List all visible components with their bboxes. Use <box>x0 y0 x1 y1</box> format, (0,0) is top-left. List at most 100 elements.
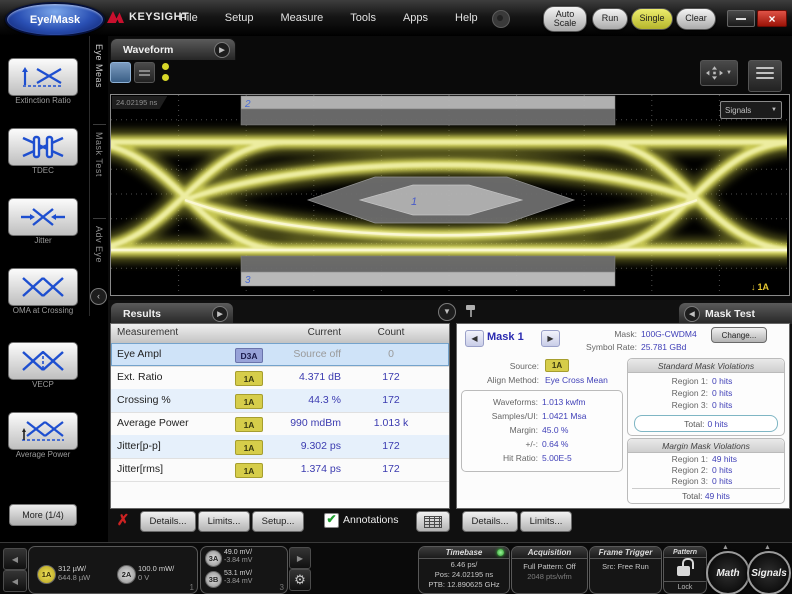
channel-2a-badge[interactable]: 2A <box>117 565 136 584</box>
active-channel-tag: ↓ 1A <box>751 282 769 292</box>
channel-page-next-button[interactable]: ▶ <box>289 547 311 569</box>
mask-test-tab-menu-icon[interactable]: ◀ <box>684 306 700 322</box>
table-view-button[interactable] <box>416 511 450 532</box>
waveforms-label: Waveforms: <box>466 397 538 407</box>
display-menu-button[interactable] <box>748 60 782 92</box>
table-row-crossing[interactable]: Crossing % 1A 44.3 % 172 <box>111 389 449 413</box>
eye-mode-button[interactable] <box>110 62 131 83</box>
more-measurements-button[interactable]: More (1/4) <box>9 504 77 526</box>
oma-at-crossing-button[interactable] <box>8 268 78 306</box>
mask-test-tab[interactable]: ◀ Mask Test <box>678 302 792 324</box>
waveform-tab[interactable]: Waveform ▶ <box>110 38 236 60</box>
results-details-button[interactable]: Details... <box>140 511 196 532</box>
signals-expand-icon[interactable]: ▲ <box>764 544 771 551</box>
vecp-button[interactable] <box>8 342 78 380</box>
channel-group-3[interactable]: 3A 49.0 mV/ -3.84 mV 3B 53.1 mV/ -3.84 m… <box>200 546 288 594</box>
table-row-jitter-pp[interactable]: Jitter[p-p] 1A 9.302 ps 172 <box>111 435 449 459</box>
channel-page-prev-button[interactable]: ◀ <box>3 548 27 570</box>
results-tab[interactable]: Results ▶ <box>110 302 234 324</box>
results-limits-button[interactable]: Limits... <box>198 511 250 532</box>
minimize-button[interactable] <box>727 10 755 27</box>
pin-icon[interactable] <box>466 305 475 310</box>
tdec-label: TDEC <box>0 166 86 175</box>
channel-3a-badge[interactable]: 3A <box>205 550 222 567</box>
channel-page-prev2-button[interactable]: ◀ <box>3 570 27 592</box>
mask-limits-button[interactable]: Limits... <box>520 511 572 532</box>
channel-2a-scale: 100.0 mW/ <box>138 564 174 573</box>
pattern-lock-label: Lock <box>664 581 706 593</box>
mask-prev-button[interactable]: ◀ <box>465 330 484 347</box>
math-expand-icon[interactable]: ▲ <box>722 544 729 551</box>
table-row-average-power[interactable]: Average Power 1A 990 mdBm 1.013 k <box>111 412 449 436</box>
std-region1-label: Region 1: <box>638 376 708 386</box>
tab-adv-eye[interactable]: Adv Eye <box>94 226 104 263</box>
align-method-value: Eye Cross Mean <box>545 375 608 385</box>
jitter-button[interactable] <box>8 198 78 236</box>
sidebar-collapse-button[interactable]: ‹ <box>90 288 107 305</box>
close-button[interactable]: × <box>757 10 787 27</box>
channel-settings-button[interactable]: ⚙ <box>289 569 311 591</box>
mgn-region1-label: Region 1: <box>638 454 708 464</box>
auto-scale-button[interactable]: Auto Scale <box>543 6 587 32</box>
current-value: Source off <box>241 348 341 360</box>
mask-change-button[interactable]: Change... <box>711 327 767 343</box>
results-tab-menu-icon[interactable]: ▶ <box>212 306 228 322</box>
waveform-tab-menu-icon[interactable]: ▶ <box>214 42 230 58</box>
menu-apps[interactable]: Apps <box>403 12 428 24</box>
menu-help[interactable]: Help <box>455 12 478 24</box>
mgn-region1-value: 49 hits <box>712 454 737 464</box>
mask-details-button[interactable]: Details... <box>462 511 518 532</box>
acquisition-panel[interactable]: Acquisition Full Pattern: Off 2048 pts/w… <box>511 546 588 594</box>
menu-file[interactable]: File <box>180 12 198 24</box>
pan-dropdown-icon[interactable]: ▼ <box>726 70 732 76</box>
tab-mask-test[interactable]: Mask Test <box>94 132 104 177</box>
channel-1a-badge[interactable]: 1A <box>37 565 56 584</box>
unlock-icon <box>677 566 690 576</box>
margin-violations-box: Margin Mask Violations Region 1: 49 hits… <box>627 438 785 504</box>
tab-eye-meas[interactable]: Eye Meas <box>94 44 104 88</box>
app-mode-button[interactable]: Eye/Mask <box>5 2 105 37</box>
extinction-ratio-button[interactable] <box>8 58 78 96</box>
channel-3b-values: 53.1 mV/ -3.84 mV <box>224 570 252 587</box>
pan-tool-button[interactable]: ▼ <box>700 60 738 86</box>
camera-icon[interactable] <box>492 10 510 28</box>
measurement-name: Average Power <box>117 417 189 429</box>
mask-region-3-label: 3 <box>245 275 251 286</box>
current-value: 4.371 dB <box>241 371 341 383</box>
run-button[interactable]: Run <box>592 8 628 30</box>
group-3-number: 3 <box>280 583 284 592</box>
average-power-button[interactable] <box>8 412 78 450</box>
table-row-eye-ampl[interactable]: Eye Ampl D3A Source off 0 <box>111 343 449 367</box>
panel-collapse-button[interactable]: ▼ <box>438 303 456 321</box>
measurement-name: Jitter[p-p] <box>117 440 161 452</box>
menu-tools[interactable]: Tools <box>350 12 376 24</box>
timebase-position-tag: 24.02195 ns <box>112 96 167 109</box>
status-bar: ◀ ◀ 1A 312 µW/ 644.8 µW 2A 100.0 mW/ 0 V… <box>0 542 792 594</box>
channel-group-1[interactable]: 1A 312 µW/ 644.8 µW 2A 100.0 mW/ 0 V 1 <box>28 546 198 594</box>
pattern-title: Pattern <box>664 547 706 558</box>
signals-dropdown[interactable]: Signals ▼ <box>720 101 782 119</box>
math-button[interactable]: Math <box>706 551 750 594</box>
annotations-checkbox[interactable]: ✔ <box>324 513 339 528</box>
margin-label: Margin: <box>466 425 538 435</box>
tdec-button[interactable] <box>8 128 78 166</box>
mask-source-label: Source: <box>477 361 539 371</box>
waveform-tab-label: Waveform <box>123 44 173 56</box>
menu-setup[interactable]: Setup <box>225 12 254 24</box>
eye-diagram-display[interactable]: 2 3 1 24.02195 ns Signals ▼ <box>110 94 790 296</box>
results-setup-button[interactable]: Setup... <box>252 511 304 532</box>
pattern-lock-panel[interactable]: Pattern Lock <box>663 546 707 594</box>
signals-button[interactable]: Signals <box>747 551 791 594</box>
oma-at-crossing-label: OMA at Crossing <box>0 306 86 315</box>
menu-measure[interactable]: Measure <box>280 12 323 24</box>
table-row-ext-ratio[interactable]: Ext. Ratio 1A 4.371 dB 172 <box>111 366 449 390</box>
timebase-panel[interactable]: Timebase 6.46 ps/ Pos: 24.02195 ns PTB: … <box>418 546 510 594</box>
delete-measurement-button[interactable]: ✗ <box>112 509 134 531</box>
frame-trigger-panel[interactable]: Frame Trigger Src: Free Run <box>589 546 662 594</box>
table-row-jitter-rms[interactable]: Jitter[rms] 1A 1.374 ps 172 <box>111 458 449 482</box>
single-button[interactable]: Single <box>631 8 673 30</box>
pattern-mode-button[interactable] <box>134 62 155 83</box>
channel-3b-badge[interactable]: 3B <box>205 571 222 588</box>
clear-button[interactable]: Clear <box>676 8 716 30</box>
current-value: 990 mdBm <box>241 417 341 429</box>
